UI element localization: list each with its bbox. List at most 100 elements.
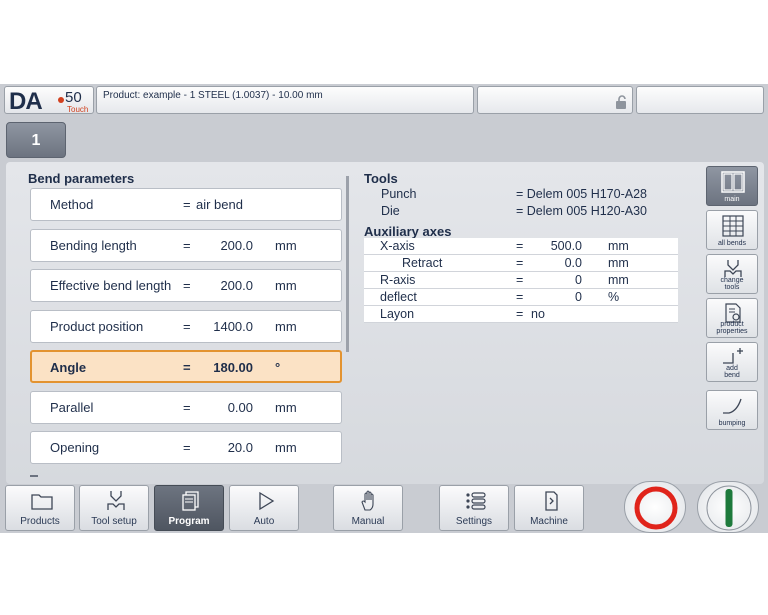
logo-text: DA — [9, 88, 43, 115]
param-label: Effective bend length — [50, 278, 172, 293]
aux-value: 0 — [575, 273, 582, 287]
nav-auto[interactable]: Auto — [229, 485, 299, 531]
nav-auto-label: Auto — [253, 516, 275, 527]
params-scrollbar[interactable] — [346, 176, 349, 352]
start-button[interactable] — [697, 481, 759, 533]
param-unit: mm — [275, 400, 297, 415]
aux-row-r-axis[interactable]: R-axis = 0 mm — [364, 272, 678, 289]
aux-unit: mm — [608, 273, 629, 287]
param-row-opening[interactable]: Opening = 20.0 mm — [30, 431, 342, 464]
main-view-label: main — [724, 196, 740, 203]
aux-eq: = — [516, 239, 524, 253]
product-info-field[interactable]: Product: example - 1 STEEL (1.0037) - 10… — [96, 86, 474, 114]
aux-value: 500.0 — [550, 239, 582, 253]
param-label: Opening — [50, 440, 100, 455]
tools-title: Tools — [364, 171, 398, 186]
program-panel: Bend parameters Method = air bend Bendin… — [6, 162, 764, 484]
table-grid-icon — [722, 215, 744, 237]
aux-value: no — [531, 307, 545, 321]
nav-settings[interactable]: Settings — [439, 485, 509, 531]
nav-program[interactable]: Program — [154, 485, 224, 531]
nav-manual-label: Manual — [351, 516, 385, 527]
aux-label: Retract — [402, 256, 443, 270]
param-value: air bend — [196, 197, 243, 212]
punch-label: Punch — [381, 187, 417, 201]
nav-products-label: Products — [20, 516, 60, 527]
all-bends-label: all bends — [717, 240, 747, 247]
param-value: 180.00 — [213, 360, 253, 375]
main-view-button[interactable]: main — [706, 166, 758, 206]
aux-label: X-axis — [380, 239, 415, 253]
bumping-label: bumping — [718, 420, 746, 427]
aux-label: deflect — [380, 290, 417, 304]
stop-button[interactable] — [624, 481, 686, 533]
nav-machine[interactable]: Machine — [514, 485, 584, 531]
logo-touch: Touch — [67, 105, 89, 114]
punch-die-icon — [724, 260, 742, 277]
nav-products[interactable]: Products — [5, 485, 75, 531]
param-row-angle-selected[interactable]: Angle = 180.00 ° — [30, 350, 342, 383]
aux-eq: = — [516, 307, 524, 321]
param-row-parallel[interactable]: Parallel = 0.00 mm — [30, 391, 342, 424]
bend-tab-1[interactable]: 1 — [6, 122, 66, 158]
param-label: Parallel — [50, 400, 94, 415]
param-label: Bending length — [50, 238, 137, 253]
play-icon — [259, 491, 275, 511]
param-eq: = — [183, 278, 191, 293]
hand-icon — [361, 490, 374, 511]
logo-dot — [58, 97, 64, 103]
aux-row-x-axis[interactable]: X-axis = 500.0 mm — [364, 238, 678, 255]
param-row-bending-length[interactable]: Bending length = 200.0 mm — [30, 229, 342, 262]
nav-settings-label: Settings — [455, 516, 493, 527]
param-value: 200.0 — [220, 278, 253, 293]
bumping-button[interactable]: bumping — [706, 390, 758, 430]
list-settings-icon — [466, 492, 486, 510]
bumping-curve-icon — [723, 398, 742, 414]
nav-tool-setup[interactable]: Tool setup — [79, 485, 149, 531]
add-bend-button[interactable]: add bend — [706, 342, 758, 382]
param-value: 0.00 — [227, 400, 253, 415]
param-label: Angle — [50, 360, 87, 375]
stacked-pages-icon — [182, 491, 199, 511]
aux-row-retract[interactable]: Retract = 0.0 mm — [364, 255, 678, 272]
header-right-field[interactable] — [636, 86, 764, 114]
aux-row-deflect[interactable]: deflect = 0 % — [364, 289, 678, 306]
add-bend-label: add bend — [724, 365, 740, 379]
punch-die-icon — [107, 491, 125, 510]
document-gear-icon — [725, 303, 741, 323]
param-row-method[interactable]: Method = air bend — [30, 188, 342, 221]
param-unit: mm — [275, 238, 297, 253]
param-eq: = — [183, 400, 191, 415]
nav-manual[interactable]: Manual — [333, 485, 403, 531]
all-bends-button[interactable]: all bends — [706, 210, 758, 250]
nav-tool-setup-label: Tool setup — [91, 516, 137, 527]
param-row-product-position[interactable]: Product position = 1400.0 mm — [30, 310, 342, 343]
da50-app: DA 50 Touch Product: example - 1 STEEL (… — [0, 84, 768, 533]
stop-ring-icon — [634, 486, 678, 530]
logo-number: 50 — [65, 89, 82, 106]
change-tools-button[interactable]: change tools — [706, 254, 758, 294]
param-eq: = — [183, 197, 191, 212]
folder-icon — [31, 494, 53, 510]
param-unit: mm — [275, 319, 297, 334]
param-unit: ° — [275, 360, 281, 375]
aux-value: 0.0 — [564, 256, 582, 270]
die-label: Die — [381, 204, 400, 218]
aux-eq: = — [516, 290, 524, 304]
aux-unit: mm — [608, 239, 629, 253]
product-properties-button[interactable]: product properties — [706, 298, 758, 338]
punch-value: = Delem 005 H170-A28 — [516, 187, 647, 201]
param-value: 20.0 — [227, 440, 253, 455]
change-tools-label: change tools — [720, 277, 744, 291]
param-eq: = — [183, 238, 191, 253]
split-view-icon — [721, 171, 745, 193]
header-status-field[interactable] — [477, 86, 633, 114]
aux-row-layon[interactable]: Layon = no — [364, 306, 678, 323]
aux-eq: = — [516, 256, 524, 270]
param-label: Method — [50, 197, 94, 212]
param-eq: = — [183, 440, 191, 455]
param-row-effective-bend-length[interactable]: Effective bend length = 200.0 mm — [30, 269, 342, 302]
aux-value: 0 — [575, 290, 582, 304]
aux-unit: % — [608, 290, 620, 304]
unlocked-padlock-icon — [616, 95, 626, 109]
